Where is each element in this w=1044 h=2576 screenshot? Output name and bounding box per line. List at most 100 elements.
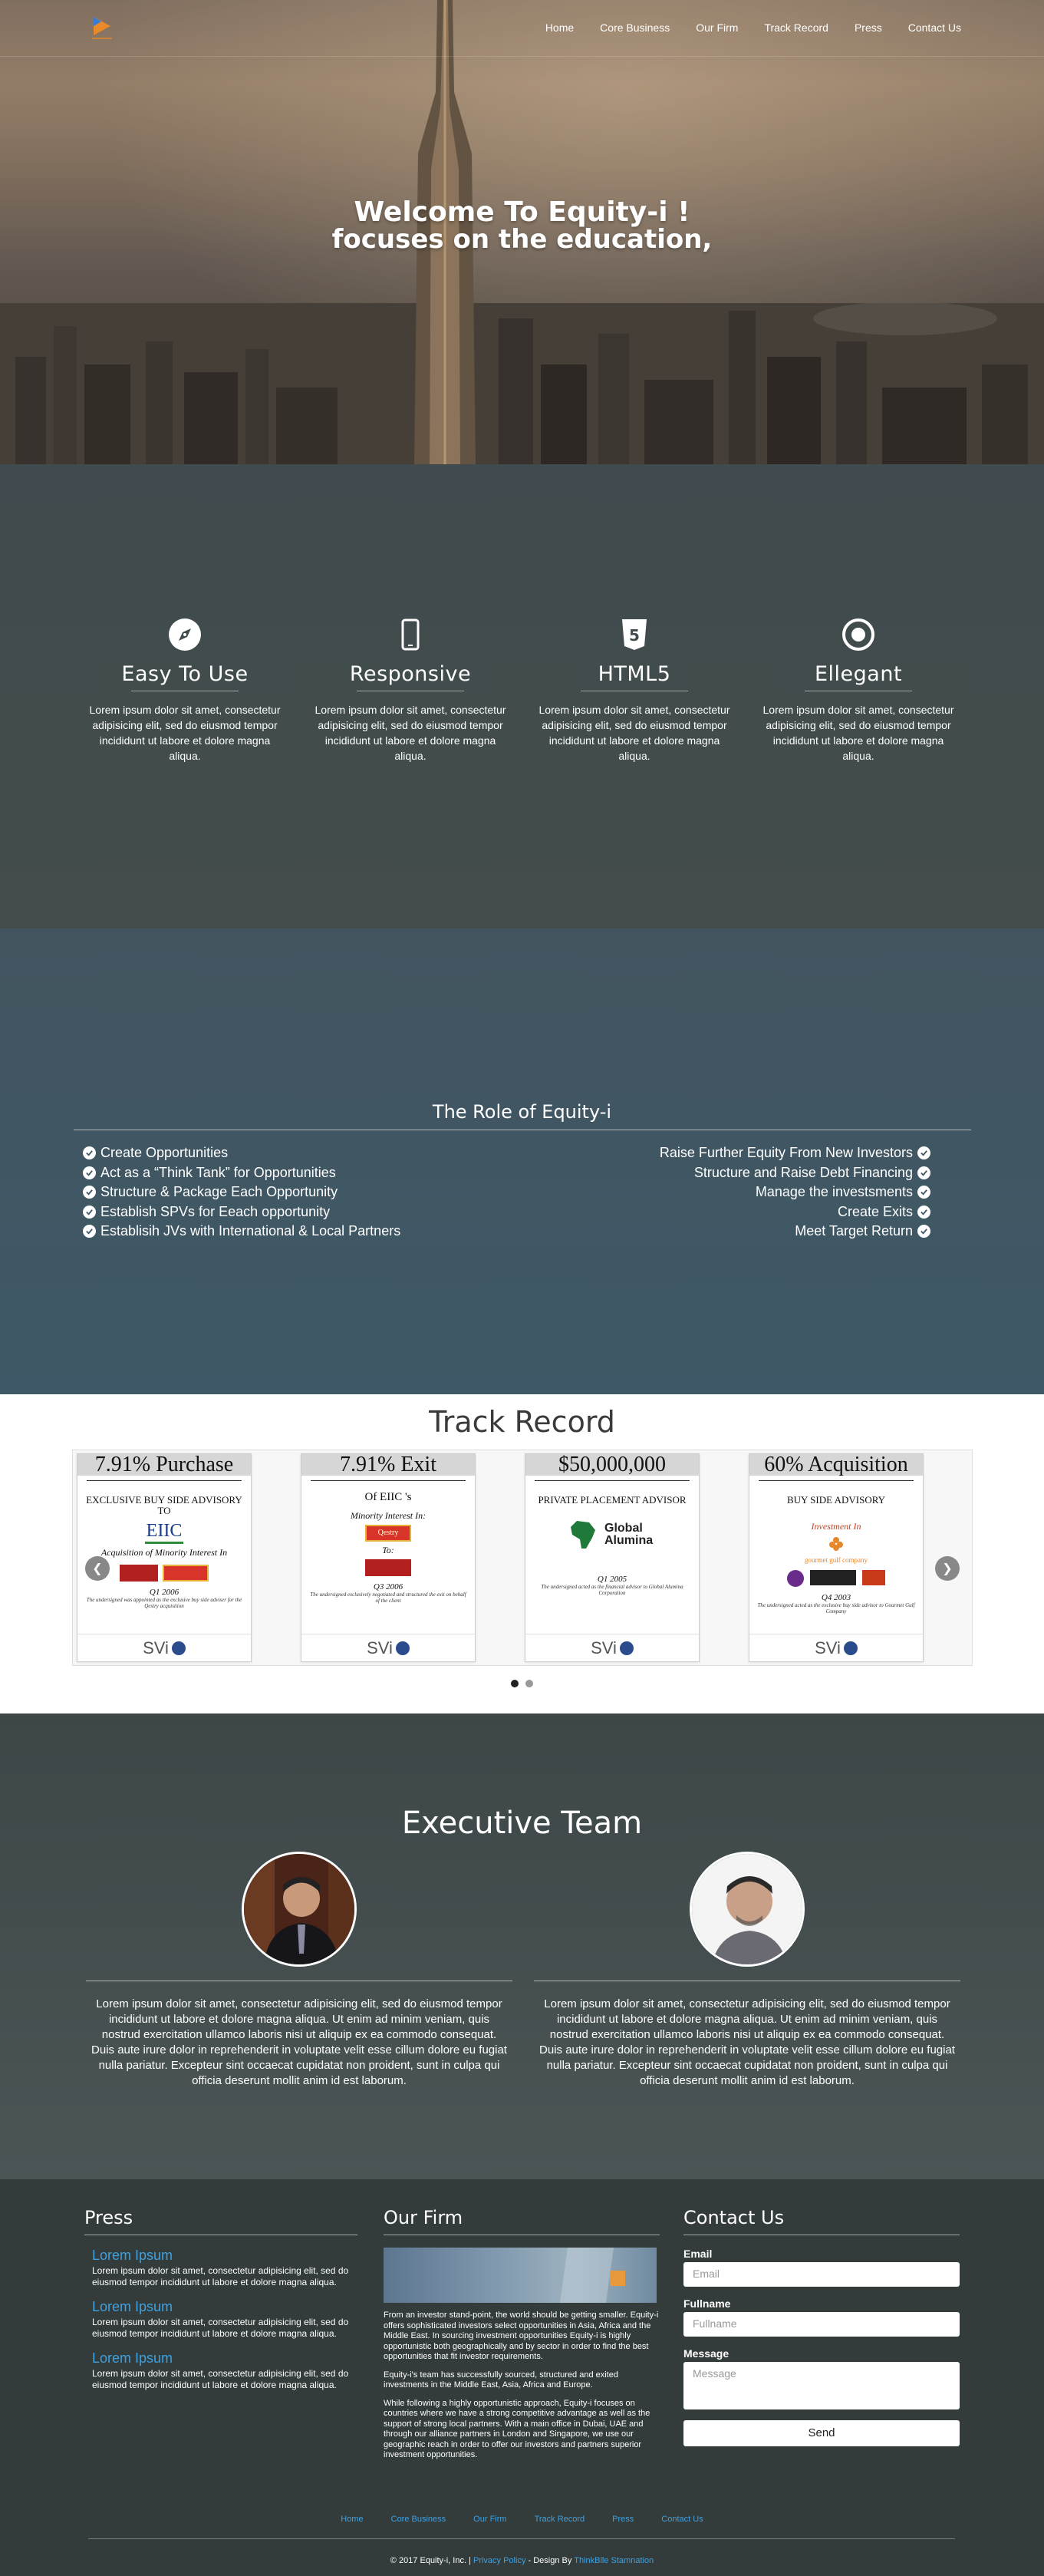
partner-logo <box>120 1565 158 1582</box>
message-label: Message <box>683 2347 729 2360</box>
fullname-field[interactable]: Fullname <box>683 2312 960 2337</box>
partner-logo <box>787 1570 804 1587</box>
track-record-carousel: 7.91% Purchase EXCLUSIVE BUY SIDE ADVISO… <box>72 1450 973 1666</box>
list-item-label: Establisih JVs with International & Loca… <box>100 1223 401 1239</box>
svg-text:5: 5 <box>629 626 640 645</box>
feature-title: Ellegant <box>814 662 903 686</box>
equity-i-logo[interactable] <box>91 14 114 41</box>
card-italic-to: To: <box>382 1545 394 1555</box>
check-circle-icon <box>83 1205 96 1219</box>
avatar <box>690 1852 805 1967</box>
card-footer-logo: SVi <box>77 1634 251 1661</box>
firm-paragraph-2: Equity-i's team has successfully sourced… <box>384 2370 618 2390</box>
nav-press[interactable]: Press <box>855 21 882 34</box>
globe-icon <box>619 1641 634 1655</box>
footer-nav-press[interactable]: Press <box>612 2515 634 2524</box>
card-date: Q1 2005 <box>597 1575 627 1584</box>
designer-link[interactable]: ThinkBlle Stamnation <box>574 2556 654 2565</box>
card-divider <box>759 1480 914 1481</box>
check-circle-icon <box>83 1166 96 1179</box>
press-item: Lorem Ipsum Lorem ipsum dolor sit amet, … <box>84 2248 357 2288</box>
fullname-label: Fullname <box>683 2297 731 2310</box>
card-divider <box>535 1480 690 1481</box>
footer-nav-contact-us[interactable]: Contact Us <box>661 2515 703 2524</box>
send-button[interactable]: Send <box>683 2420 960 2446</box>
footer-nav-track-record[interactable]: Track Record <box>535 2515 585 2524</box>
list-item: Raise Further Equity From New Investors <box>660 1143 930 1163</box>
hero-subtitle: focuses on the education, <box>331 224 713 255</box>
press-item-title[interactable]: Lorem Ipsum <box>92 2299 350 2315</box>
footer-nav-core-business[interactable]: Core Business <box>391 2515 446 2524</box>
feature-responsive: Responsive Lorem ipsum dolor sit amet, c… <box>311 618 510 764</box>
gourmet-gulf-logo: gourmet gulf company <box>749 1535 923 1564</box>
card-headline: $50,000,000 <box>525 1454 699 1476</box>
card-date: Q3 2006 <box>373 1582 403 1591</box>
card-fineprint: The undersigned acted as the financial a… <box>541 1584 683 1596</box>
feature-html5: 5 HTML5 Lorem ipsum dolor sit amet, cons… <box>535 618 734 764</box>
gourmet-gulf-text: gourmet gulf company <box>805 1556 868 1564</box>
role-list-right: Raise Further Equity From New Investors … <box>660 1143 930 1242</box>
card-divider <box>87 1480 242 1481</box>
press-item-title[interactable]: Lorem Ipsum <box>92 2350 350 2367</box>
press-item-text: Lorem ipsum dolor sit amet, consectetur … <box>92 2265 349 2287</box>
globe-icon <box>395 1641 410 1655</box>
carousel-dot-1[interactable] <box>511 1680 519 1687</box>
firm-paragraph-1: From an investor stand-point, the world … <box>384 2310 659 2361</box>
check-circle-icon <box>83 1186 96 1199</box>
card-subtitle: Of EIIC 's <box>364 1491 412 1503</box>
html5-icon: 5 <box>618 618 651 651</box>
press-item-title[interactable]: Lorem Ipsum <box>92 2248 350 2264</box>
privacy-policy-link[interactable]: Privacy Policy <box>473 2556 525 2565</box>
message-field[interactable]: Message <box>683 2362 960 2409</box>
carousel-next-button[interactable]: ❯ <box>935 1556 960 1581</box>
track-record-section: Track Record 7.91% Purchase EXCLUSIVE BU… <box>0 1394 1044 1713</box>
feature-text: Lorem ipsum dolor sit amet, consectetur … <box>538 704 730 762</box>
press-title: Press <box>84 2207 133 2228</box>
carousel-pagination <box>0 1680 1044 1687</box>
tombstone-card[interactable]: 60% Acquisition BUY SIDE ADVISORY Invest… <box>749 1453 924 1662</box>
chevron-left-icon: ❮ <box>92 1561 103 1575</box>
list-item: Establisih JVs with International & Loca… <box>83 1222 400 1242</box>
card-fineprint: The undersigned exclusively negotiated a… <box>310 1591 466 1604</box>
role-section: The Role of Equity-i Create Opportunitie… <box>0 928 1044 1394</box>
global-alumina-logo: Global Alumina <box>525 1518 699 1552</box>
chevron-right-icon: ❯ <box>942 1561 953 1575</box>
carousel-prev-button[interactable]: ❮ <box>85 1556 110 1581</box>
card-logos <box>749 1570 923 1587</box>
nav-contact-us[interactable]: Contact Us <box>908 21 961 34</box>
email-field[interactable]: Email <box>683 2262 960 2287</box>
features-section: Easy To Use Lorem ipsum dolor sit amet, … <box>0 464 1044 928</box>
feature-easy-to-use: Easy To Use Lorem ipsum dolor sit amet, … <box>85 618 285 764</box>
member-bio: Lorem ipsum dolor sit amet, consectetur … <box>539 1997 955 2087</box>
firm-paragraph-3: While following a highly opportunistic a… <box>384 2398 650 2460</box>
feature-text: Lorem ipsum dolor sit amet, consectetur … <box>315 704 506 762</box>
copyright: © 2017 Equity-i, Inc. | Privacy Policy -… <box>0 2556 1044 2565</box>
nav-track-record[interactable]: Track Record <box>764 21 828 34</box>
nav-core-business[interactable]: Core Business <box>600 21 670 34</box>
tombstone-card[interactable]: 7.91% Exit Of EIIC 's Minority Interest … <box>301 1453 476 1662</box>
copyright-text: © 2017 Equity-i, Inc. | <box>390 2556 473 2565</box>
press-item-text: Lorem ipsum dolor sit amet, consectetur … <box>92 2317 349 2339</box>
mobile-icon <box>394 618 427 651</box>
nav-home[interactable]: Home <box>545 21 574 34</box>
card-headline: 7.91% Exit <box>301 1454 475 1476</box>
card-subtitle: EXCLUSIVE BUY SIDE ADVISORY TO <box>86 1494 242 1516</box>
feature-title: HTML5 <box>598 662 671 686</box>
card-subtitle: BUY SIDE ADVISORY <box>786 1494 886 1506</box>
press-item-text: Lorem ipsum dolor sit amet, consectetur … <box>92 2368 349 2390</box>
footer-divider <box>88 2538 955 2539</box>
eiic-logo-underline <box>145 1542 183 1544</box>
feature-ellegant: Ellegant Lorem ipsum dolor sit amet, con… <box>759 618 958 764</box>
tombstone-card[interactable]: $50,000,000 PRIVATE PLACEMENT ADVISOR Gl… <box>525 1453 700 1662</box>
feature-title: Easy To Use <box>121 662 249 686</box>
eiic-logo: EIIC <box>146 1521 183 1541</box>
hero-title: Welcome To Equity-i ! <box>354 196 690 228</box>
check-circle-icon <box>917 1186 930 1199</box>
nav-our-firm[interactable]: Our Firm <box>696 21 738 34</box>
footer-nav-our-firm[interactable]: Our Firm <box>473 2515 506 2524</box>
carousel-dot-2[interactable] <box>525 1680 533 1687</box>
dot-circle-icon <box>841 618 875 651</box>
footer-nav-home[interactable]: Home <box>341 2515 363 2524</box>
list-item-label: Structure and Raise Debt Financing <box>693 1164 913 1180</box>
list-item-label: Meet Target Return <box>795 1223 913 1239</box>
